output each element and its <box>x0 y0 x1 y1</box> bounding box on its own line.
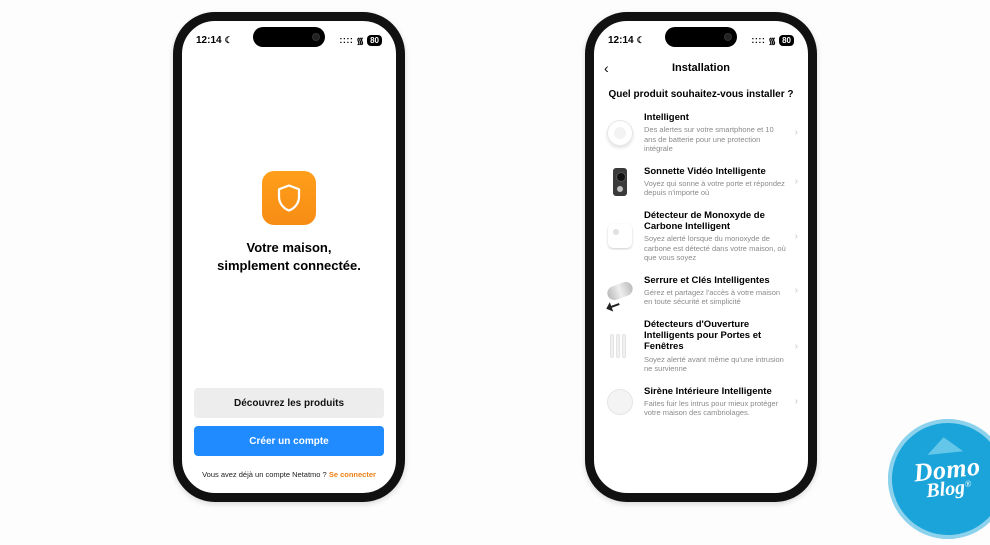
dynamic-island <box>253 27 325 47</box>
create-account-button[interactable]: Créer un compte <box>194 426 384 456</box>
battery-badge: 80 <box>779 35 794 46</box>
product-thumb <box>604 386 636 418</box>
phone-welcome: 12:14 ☾ :::: ᯾ 80 Votre maison, simpleme… <box>173 12 405 502</box>
product-thumb <box>604 117 636 149</box>
signal-icon: :::: <box>751 35 765 45</box>
app-shield-icon <box>262 171 316 225</box>
phone-installation: 12:14 ☾ :::: ᯾ 80 ‹ Installation Quel pr… <box>585 12 817 502</box>
product-thumb <box>604 166 636 198</box>
product-co-detector[interactable]: Détecteur de Monoxyde de Carbone Intelli… <box>598 204 804 269</box>
product-title: Sonnette Vidéo Intelligente <box>644 166 787 177</box>
product-smart-lock[interactable]: Serrure et Clés Intelligentes Gérez et pa… <box>598 269 804 313</box>
product-title: Serrure et Clés Intelligentes <box>644 275 787 286</box>
product-desc: Gérez et partagez l'accès à votre maison… <box>644 288 787 307</box>
chevron-right-icon: › <box>795 176 798 187</box>
chevron-right-icon: › <box>795 285 798 296</box>
back-button[interactable]: ‹ <box>604 60 609 76</box>
product-desc: Voyez qui sonne à votre porte et réponde… <box>644 179 787 198</box>
product-video-doorbell[interactable]: Sonnette Vidéo Intelligente Voyez qui son… <box>598 160 804 204</box>
dnd-moon-icon: ☾ <box>225 35 233 46</box>
product-title: Détecteur de Monoxyde de Carbone Intelli… <box>644 210 787 233</box>
chevron-right-icon: › <box>795 231 798 242</box>
status-time: 12:14 <box>196 35 222 46</box>
product-thumb <box>604 330 636 362</box>
chevron-right-icon: › <box>795 341 798 352</box>
product-title: Sirène Intérieure Intelligente <box>644 386 787 397</box>
product-desc: Soyez alerté avant même qu'une intrusion… <box>644 355 787 374</box>
wifi-icon: ᯾ <box>768 34 776 47</box>
login-link[interactable]: Se connecter <box>329 470 376 479</box>
login-prompt: Vous avez déjà un compte Netatmo ? Se co… <box>202 470 376 479</box>
product-desc: Faites fuir les intrus pour mieux protég… <box>644 399 787 418</box>
product-indoor-siren[interactable]: Sirène Intérieure Intelligente Faites fui… <box>598 380 804 424</box>
product-thumb <box>604 275 636 307</box>
product-title: Détecteurs d'Ouverture Intelligents pour… <box>644 319 787 353</box>
welcome-headline: Votre maison, simplement connectée. <box>217 239 361 274</box>
chevron-right-icon: › <box>795 396 798 407</box>
status-time: 12:14 <box>608 35 634 46</box>
product-title: Intelligent <box>644 112 787 123</box>
product-door-window-sensor[interactable]: Détecteurs d'Ouverture Intelligents pour… <box>598 313 804 380</box>
install-question: Quel produit souhaitez-vous installer ? <box>594 89 808 100</box>
product-list: Intelligent Des alertes sur votre smartph… <box>594 106 808 493</box>
product-thumb <box>604 220 636 252</box>
signal-icon: :::: <box>339 35 353 45</box>
product-smoke-detector[interactable]: Intelligent Des alertes sur votre smartph… <box>598 106 804 160</box>
nav-title: Installation <box>672 62 730 74</box>
chevron-right-icon: › <box>795 127 798 138</box>
product-desc: Soyez alerté lorsque du monoxyde de carb… <box>644 234 787 262</box>
dynamic-island <box>665 27 737 47</box>
product-desc: Des alertes sur votre smartphone et 10 a… <box>644 125 787 153</box>
battery-badge: 80 <box>367 35 382 46</box>
wifi-icon: ᯾ <box>356 34 364 47</box>
nav-bar: ‹ Installation <box>594 53 808 83</box>
dnd-moon-icon: ☾ <box>637 35 645 46</box>
discover-products-button[interactable]: Découvrez les produits <box>194 388 384 418</box>
